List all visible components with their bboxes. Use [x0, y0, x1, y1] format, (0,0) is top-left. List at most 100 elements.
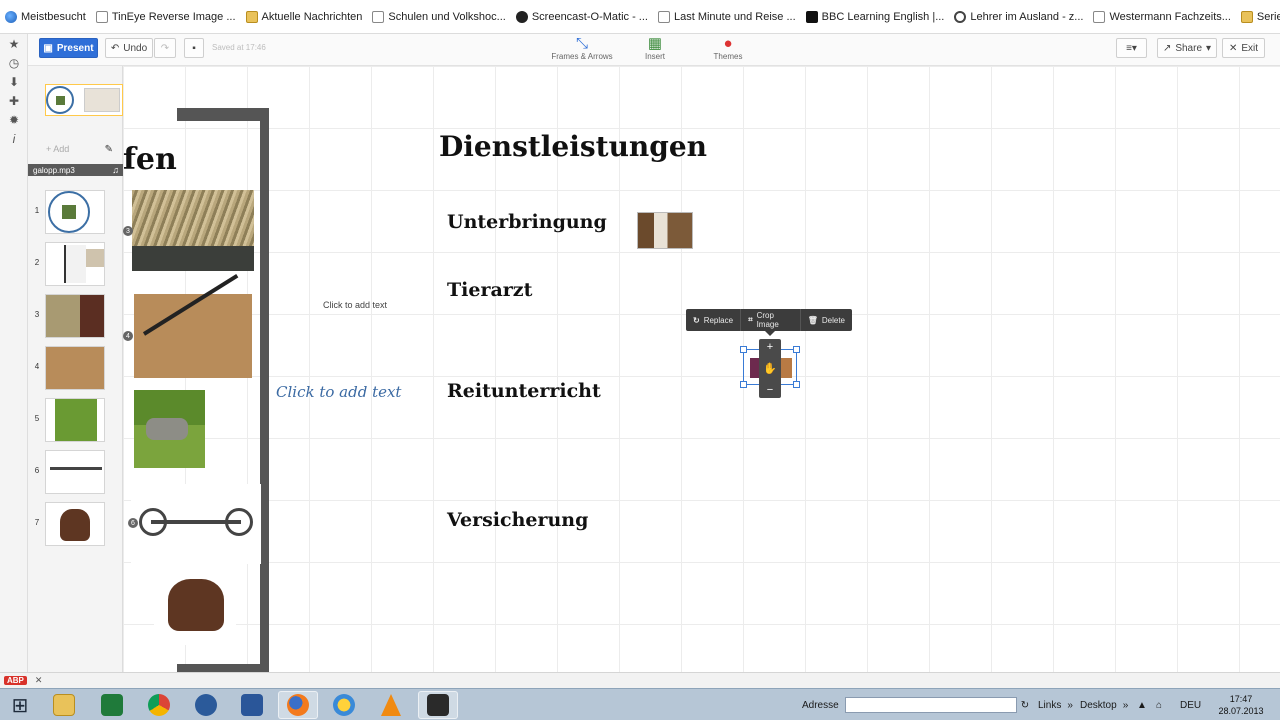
taskbar-firefox[interactable]	[278, 691, 318, 719]
slide-thumbnail-6[interactable]	[45, 450, 105, 494]
heading-tierarzt[interactable]: Tierarzt	[447, 279, 532, 301]
riding-crop-image[interactable]	[134, 294, 252, 378]
download-icon[interactable]: ⬇	[0, 72, 28, 91]
resize-handle[interactable]	[740, 381, 747, 388]
delete-button[interactable]: 🗑 Delete	[801, 309, 852, 331]
themes-tool[interactable]: ● Themes	[693, 36, 763, 64]
taskbar-vlc[interactable]	[371, 691, 411, 719]
prezi-canvas[interactable]: fen 3 4 6 Click to add text Click to add…	[123, 66, 1280, 672]
zoom-in-icon[interactable]: +	[767, 341, 773, 353]
bookmark-lastminute[interactable]: Last Minute und Reise ...	[653, 0, 801, 33]
text-placeholder-large[interactable]: Click to add text	[276, 383, 401, 401]
slide-number: 3	[34, 310, 40, 319]
language-indicator[interactable]: DEU	[1180, 689, 1201, 721]
clock-icon[interactable]: ◷	[0, 53, 28, 72]
address-input[interactable]	[844, 697, 1017, 713]
saddle-image[interactable]	[154, 563, 236, 645]
heading-versicherung[interactable]: Versicherung	[447, 509, 588, 531]
slide-title[interactable]: Dienstleistungen	[439, 130, 707, 163]
network-icon[interactable]: ⌂	[1156, 689, 1162, 721]
slide-thumbnail-3[interactable]	[45, 294, 105, 338]
add-slide-button[interactable]: + Add	[46, 144, 69, 154]
slide-thumbnail-2[interactable]	[45, 242, 105, 286]
view-menu-button[interactable]: ≡▾	[1116, 38, 1147, 58]
desktop-toolbar[interactable]: Desktop»	[1080, 689, 1128, 721]
close-icon[interactable]: ✕	[35, 675, 43, 686]
audio-track[interactable]: galopp.mp3 ♫	[28, 164, 123, 176]
slide-number: 6	[34, 466, 40, 475]
slide-thumbnail-5[interactable]	[45, 398, 105, 442]
taskbar-sun-app[interactable]	[324, 691, 364, 719]
share-button[interactable]: ↗ Share ▾	[1157, 38, 1217, 58]
present-button[interactable]: ▣ Present	[39, 38, 98, 58]
horse-bit-image[interactable]	[131, 484, 261, 564]
heading-reitunterricht[interactable]: Reitunterricht	[447, 380, 601, 402]
insert-tool[interactable]: ▦ Insert	[620, 36, 690, 64]
tray-up-icon[interactable]: ▲	[1137, 689, 1147, 721]
links-toolbar[interactable]: Links»	[1038, 689, 1073, 721]
resize-handle[interactable]	[793, 381, 800, 388]
path-number[interactable]: 6	[128, 518, 138, 528]
redo-button[interactable]: ↷	[154, 38, 176, 58]
addon-strip: ABP ✕	[0, 672, 1280, 688]
path-number[interactable]: 4	[123, 331, 133, 341]
stable-image[interactable]	[637, 212, 693, 249]
replace-button[interactable]: ↻ Replace	[686, 309, 742, 331]
som-icon	[515, 10, 528, 23]
bookmark-schulen[interactable]: Schulen und Volkshoc...	[367, 0, 510, 33]
taskbar-word[interactable]	[232, 691, 272, 719]
transform-tool: + ✋ −	[759, 339, 781, 398]
bookmark-bbc[interactable]: BBC Learning English |...	[801, 0, 950, 33]
slide-thumbnail-7[interactable]	[45, 502, 105, 546]
star-icon[interactable]: ★	[0, 34, 28, 53]
taskbar-excel[interactable]	[92, 691, 132, 719]
eye-icon	[954, 10, 967, 23]
heading-unterbringung[interactable]: Unterbringung	[447, 211, 607, 233]
overview-thumbnail[interactable]	[45, 84, 123, 116]
save-icon: ▪	[192, 42, 196, 54]
bookmark-meistbesucht[interactable]: Meistbesucht	[0, 0, 91, 33]
text-placeholder-small[interactable]: Click to add text	[323, 300, 387, 310]
windows-taskbar: ⊞ Adresse ↻ Links» Desktop» ▲ ⌂ DEU 17:4…	[0, 688, 1280, 720]
windows-logo-icon: ⊞	[11, 694, 29, 717]
partial-frame-title[interactable]: fen	[123, 142, 177, 177]
system-clock[interactable]: 17:47 28.07.2013	[1208, 693, 1274, 717]
bookmark-nachrichten[interactable]: Aktuelle Nachrichten	[241, 0, 368, 33]
bookmark-westermann[interactable]: Westermann Fachzeits...	[1088, 0, 1235, 33]
taskbar-thunderbird[interactable]	[186, 691, 226, 719]
crop-image-button[interactable]: ⌗ Crop Image	[741, 309, 801, 331]
bookmark-serie[interactable]: Serie: Wirtschaft für Ki...	[1236, 0, 1280, 33]
puzzle-icon[interactable]: ✚	[0, 91, 28, 110]
resize-handle[interactable]	[793, 346, 800, 353]
menu-icon: ≡▾	[1126, 42, 1137, 54]
horse-image[interactable]	[134, 390, 205, 468]
resize-handle[interactable]	[740, 346, 747, 353]
refresh-icon[interactable]: ↻	[1021, 700, 1029, 711]
adblock-icon[interactable]: ABP	[4, 676, 27, 685]
slide-panel: + Add ✎ galopp.mp3 ♫ 1 2 3 4 5 6 7	[28, 66, 123, 672]
slide-thumbnail-1[interactable]	[45, 190, 105, 234]
folder-icon	[1240, 10, 1253, 23]
editor-toolbar: ▣ Present ↶ Undo ↷ ▪ Saved at 17:46 ⤡ Frame…	[28, 34, 1280, 66]
slide-thumbnail-4[interactable]	[45, 346, 105, 390]
taskbar-explorer[interactable]	[44, 691, 84, 719]
trash-icon: 🗑	[807, 315, 818, 325]
screen-icon: ▣	[43, 42, 53, 54]
path-number[interactable]: 3	[123, 226, 133, 236]
start-button[interactable]: ⊞	[0, 691, 40, 719]
exit-button[interactable]: ✕ Exit	[1222, 38, 1265, 58]
taskbar-chrome[interactable]	[139, 691, 179, 719]
frames-arrows-tool[interactable]: ⤡ Frames & Arrows	[547, 36, 617, 64]
bookmark-lehrer[interactable]: Lehrer im Ausland - z...	[949, 0, 1088, 33]
taskbar-screencast[interactable]	[418, 691, 458, 719]
hand-icon[interactable]: ✋	[763, 362, 777, 375]
save-button[interactable]: ▪	[184, 38, 204, 58]
gear-icon[interactable]: ✹	[0, 110, 28, 129]
hay-image[interactable]	[132, 190, 254, 271]
edit-path-icon[interactable]: ✎	[105, 144, 113, 155]
bookmark-screencast[interactable]: Screencast-O-Matic - ...	[511, 0, 653, 33]
undo-button[interactable]: ↶ Undo	[105, 38, 153, 58]
zoom-out-icon[interactable]: −	[767, 384, 773, 396]
bookmark-tineye[interactable]: TinEye Reverse Image ...	[91, 0, 241, 33]
info-icon[interactable]: i	[0, 129, 28, 148]
